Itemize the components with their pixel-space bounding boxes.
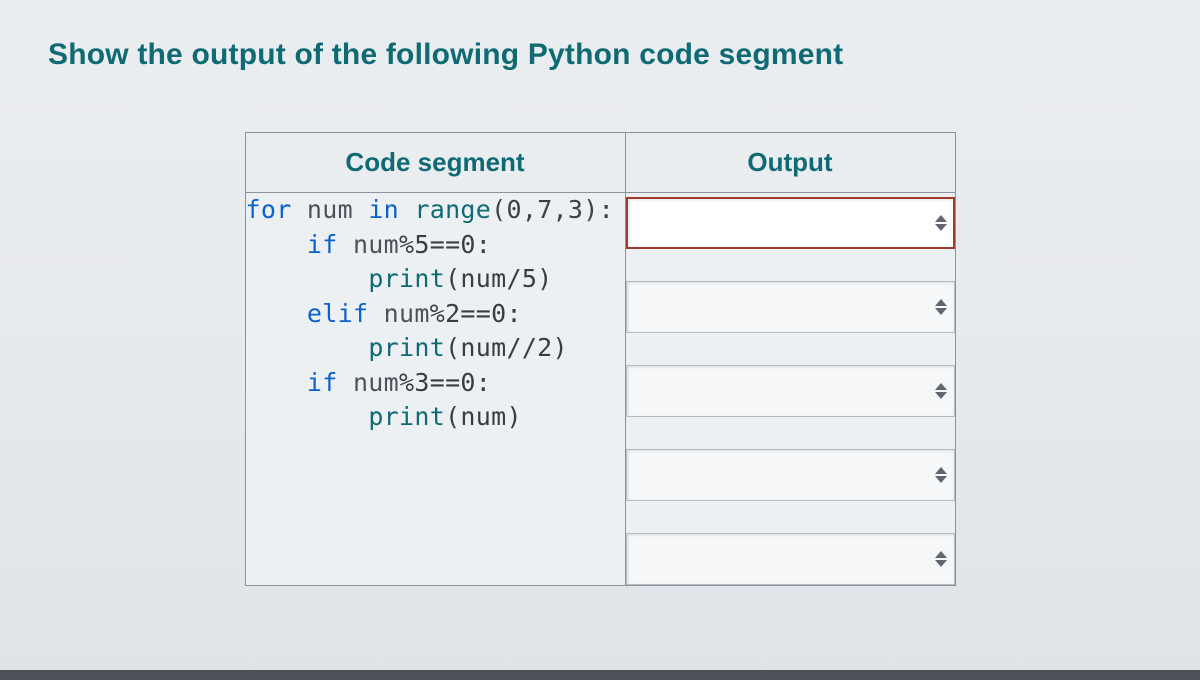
chevron-up-icon[interactable] [935,467,947,474]
chevron-up-icon[interactable] [935,215,947,222]
print-args: (num/5) [445,264,552,293]
output-row-1 [626,197,955,249]
code-output-table: Code segment Output for num in range(0,7… [245,132,956,586]
header-code: Code segment [245,133,625,193]
colon: : [476,368,491,397]
kw-elif: elif [307,299,368,328]
range-args: (0,7,3) [491,195,598,224]
chevron-up-icon[interactable] [935,383,947,390]
chevron-down-icon[interactable] [935,308,947,315]
var-num: num [368,299,429,328]
stepper-3 [935,383,947,399]
fn-print: print [368,402,445,431]
chevron-down-icon[interactable] [935,560,947,567]
output-input-4[interactable] [626,449,955,501]
var-num: num [338,230,399,259]
output-cell [625,193,955,586]
var-num: num [338,368,399,397]
chevron-up-icon[interactable] [935,551,947,558]
output-input-1[interactable] [626,197,955,249]
fn-print: print [368,333,445,362]
output-row-5 [626,533,955,585]
stepper-1 [935,215,947,231]
print-args: (num//2) [445,333,568,362]
kw-in: in [368,195,399,224]
output-row-3 [626,365,955,417]
expr: %5==0 [399,230,476,259]
stepper-2 [935,299,947,315]
expr: %3==0 [399,368,476,397]
code-cell: for num in range(0,7,3): if num%5==0: pr… [245,193,625,586]
print-args: (num) [445,402,522,431]
fn-range: range [399,195,491,224]
output-input-3[interactable] [626,365,955,417]
chevron-down-icon[interactable] [935,476,947,483]
table-wrap: Code segment Output for num in range(0,7… [40,132,1160,586]
output-input-2[interactable] [626,281,955,333]
fn-print: print [368,264,445,293]
question-title: Show the output of the following Python … [48,38,1160,72]
colon: : [476,230,491,259]
chevron-up-icon[interactable] [935,299,947,306]
output-stack [626,193,955,585]
output-input-5[interactable] [626,533,955,585]
output-row-4 [626,449,955,501]
chevron-down-icon[interactable] [935,224,947,231]
expr: %2==0 [430,299,507,328]
kw-if: if [307,368,338,397]
kw-if: if [307,230,338,259]
header-output: Output [625,133,955,193]
stepper-4 [935,467,947,483]
kw-for: for [246,195,292,224]
question-page: Show the output of the following Python … [0,0,1200,680]
stepper-5 [935,551,947,567]
code-block: for num in range(0,7,3): if num%5==0: pr… [246,193,625,435]
var-num: num [292,195,369,224]
colon: : [599,195,614,224]
chevron-down-icon[interactable] [935,392,947,399]
colon: : [506,299,521,328]
output-row-2 [626,281,955,333]
